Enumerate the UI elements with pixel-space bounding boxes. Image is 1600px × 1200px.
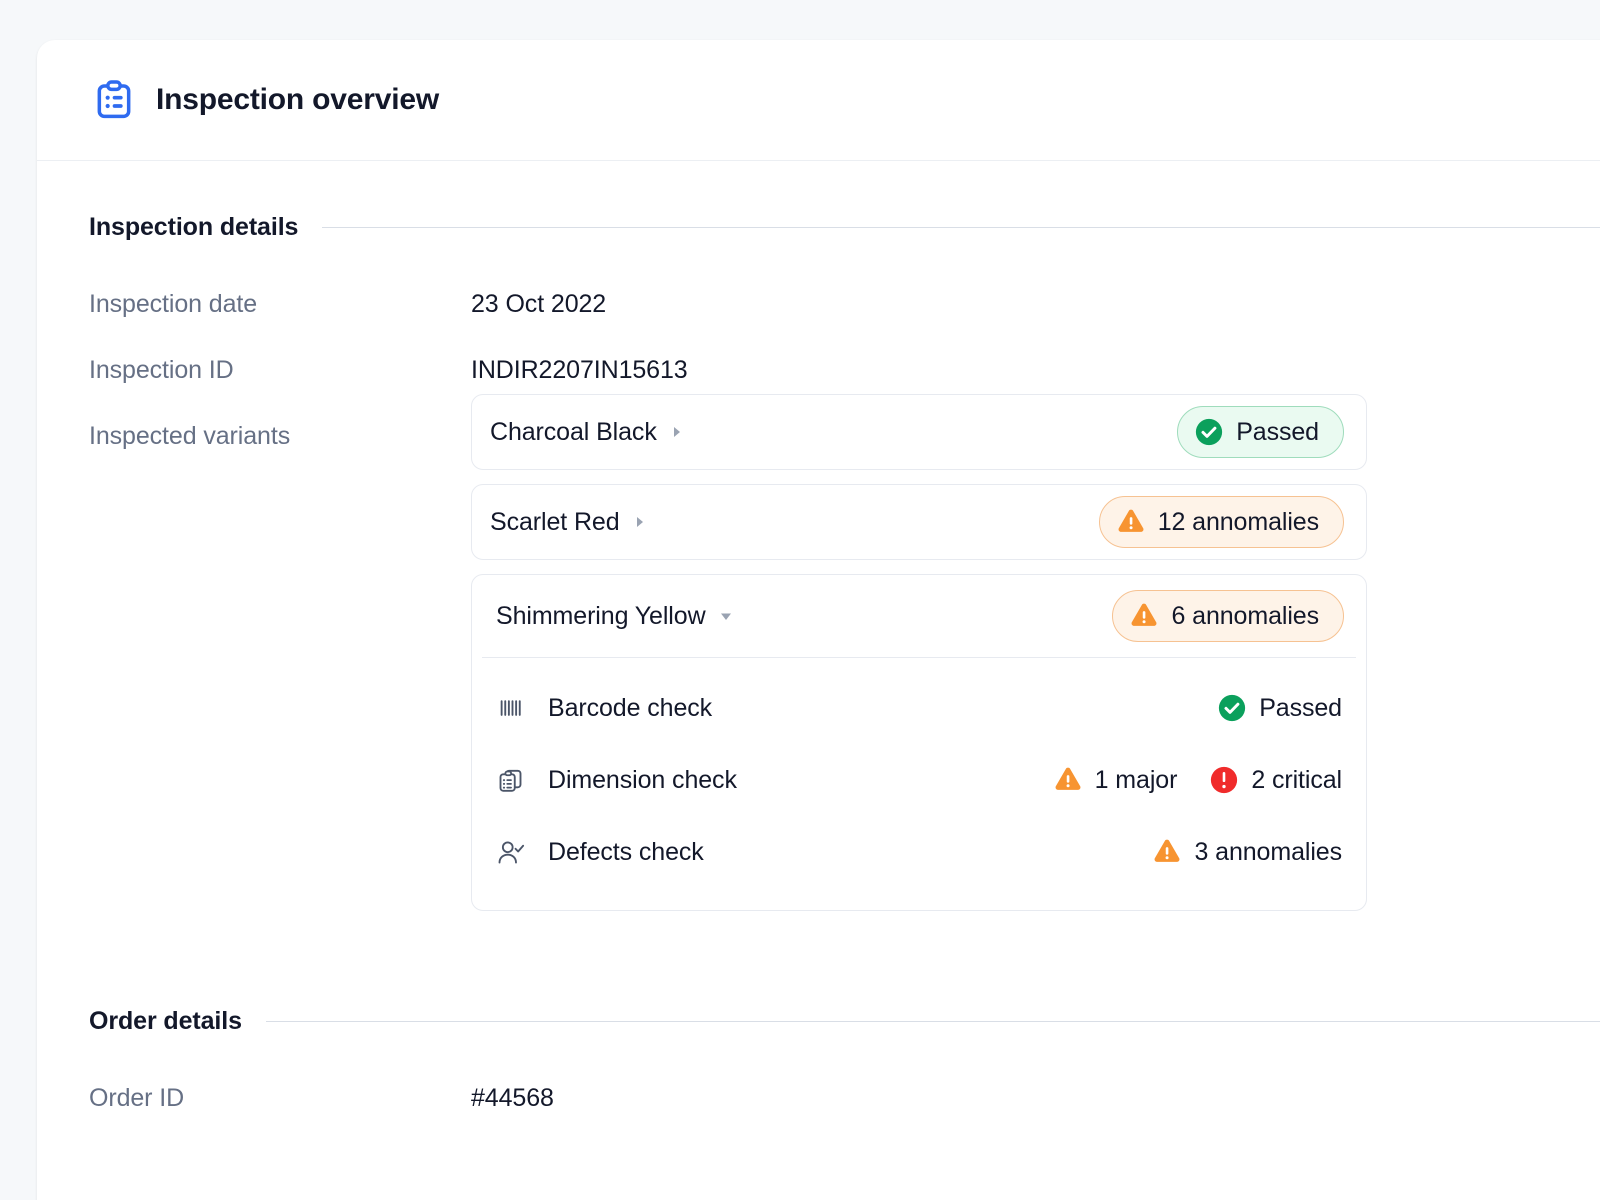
warning-triangle-icon xyxy=(1152,837,1182,867)
inspection-id-label: Inspection ID xyxy=(89,354,471,385)
order-details-heading: Order details xyxy=(89,1007,242,1036)
inspection-details-section-header: Inspection details xyxy=(89,213,1600,242)
caret-right-icon xyxy=(632,514,648,530)
check-result-label: Passed xyxy=(1259,694,1342,723)
check-label-group: Barcode check xyxy=(496,693,712,723)
check-circle-icon xyxy=(1217,693,1247,723)
order-id-row: Order ID #44568 xyxy=(89,1082,1600,1113)
variant-card: Shimmering Yellow 6 annomalies Barcode che… xyxy=(471,574,1367,911)
variant-name-wrap: Charcoal Black xyxy=(490,418,685,447)
inspection-date-row: Inspection date 23 Oct 2022 xyxy=(89,288,1600,319)
caret-right-icon xyxy=(669,424,685,440)
inspection-id-value: INDIR2207IN15613 xyxy=(471,354,688,385)
variant-header[interactable]: Charcoal Black Passed xyxy=(472,395,1366,469)
check-result: 1 major xyxy=(1053,765,1178,795)
page-root: Inspection overview Inspection details I… xyxy=(0,0,1600,1200)
clipboard-list-icon xyxy=(94,80,134,120)
warning-triangle-icon xyxy=(1116,507,1146,537)
variant-status-badge[interactable]: Passed xyxy=(1177,406,1344,458)
check-label-group: Defects check xyxy=(496,837,704,867)
variant-name-label: Shimmering Yellow xyxy=(496,602,706,630)
check-circle-icon xyxy=(1194,417,1224,447)
variant-name-wrap: Shimmering Yellow xyxy=(496,602,734,631)
variant-name-label: Scarlet Red xyxy=(490,508,620,536)
check-row[interactable]: Defects check 3 annomalies xyxy=(494,816,1344,888)
inspection-date-value: 23 Oct 2022 xyxy=(471,288,606,319)
inspection-date-label: Inspection date xyxy=(89,288,471,319)
inspected-variants-list: Charcoal Black Passed Scarlet Red 12 annoma… xyxy=(471,394,1367,911)
variant-header[interactable]: Scarlet Red 12 annomalies xyxy=(472,485,1366,559)
variant-status-label: Passed xyxy=(1236,418,1319,447)
check-result: Passed xyxy=(1217,693,1342,723)
check-result-label: 3 annomalies xyxy=(1194,838,1342,867)
check-label-group: Dimension check xyxy=(496,765,737,795)
variant-card: Charcoal Black Passed xyxy=(471,394,1367,470)
order-details-section-header: Order details xyxy=(89,1007,1600,1036)
variant-status-label: 6 annomalies xyxy=(1171,602,1319,631)
check-result: 2 critical xyxy=(1209,765,1342,795)
section-divider xyxy=(322,227,1600,228)
variant-status-label: 12 annomalies xyxy=(1158,508,1319,537)
section-divider xyxy=(266,1021,1600,1022)
variant-header[interactable]: Shimmering Yellow 6 annomalies xyxy=(472,575,1366,657)
check-name: Dimension check xyxy=(548,766,737,795)
variant-checks-list: Barcode check Passed Dimension check 1 majo… xyxy=(482,657,1356,910)
variant-name-wrap: Scarlet Red xyxy=(490,508,648,537)
order-id-label: Order ID xyxy=(89,1082,471,1113)
error-circle-icon xyxy=(1209,765,1239,795)
check-result: 3 annomalies xyxy=(1152,837,1342,867)
check-result-label: 1 major xyxy=(1095,766,1178,795)
barcode-icon xyxy=(496,693,526,723)
inspection-overview-card: Inspection overview Inspection details I… xyxy=(37,40,1600,1200)
variant-name: Scarlet Red xyxy=(490,508,620,537)
inspection-details-heading: Inspection details xyxy=(89,213,298,242)
inspected-variants-row: Inspected variants Charcoal BlackPassedS… xyxy=(89,420,1600,911)
section-spacer xyxy=(89,911,1600,1007)
warning-triangle-icon xyxy=(1129,601,1159,631)
variant-name-label: Charcoal Black xyxy=(490,418,657,446)
inspected-variants-label: Inspected variants xyxy=(89,420,471,451)
card-header: Inspection overview xyxy=(37,40,1600,161)
warning-triangle-icon xyxy=(1053,765,1083,795)
variant-name: Shimmering Yellow xyxy=(496,602,706,631)
variant-card: Scarlet Red 12 annomalies xyxy=(471,484,1367,560)
check-name: Defects check xyxy=(548,838,704,867)
variant-name: Charcoal Black xyxy=(490,418,657,447)
variant-status-badge[interactable]: 12 annomalies xyxy=(1099,496,1344,548)
order-id-value: #44568 xyxy=(471,1082,554,1113)
check-row[interactable]: Dimension check 1 major 2 critical xyxy=(494,744,1344,816)
inspection-id-row: Inspection ID INDIR2207IN15613 xyxy=(89,354,1600,385)
clipboard-copy-icon xyxy=(496,765,526,795)
card-body: Inspection details Inspection date 23 Oc… xyxy=(37,161,1600,1113)
page-title: Inspection overview xyxy=(156,83,439,117)
user-check-icon xyxy=(496,837,526,867)
check-name: Barcode check xyxy=(548,694,712,723)
check-result-label: 2 critical xyxy=(1251,766,1342,795)
caret-down-icon xyxy=(718,608,734,624)
variant-status-badge[interactable]: 6 annomalies xyxy=(1112,590,1344,642)
check-row[interactable]: Barcode check Passed xyxy=(494,672,1344,744)
